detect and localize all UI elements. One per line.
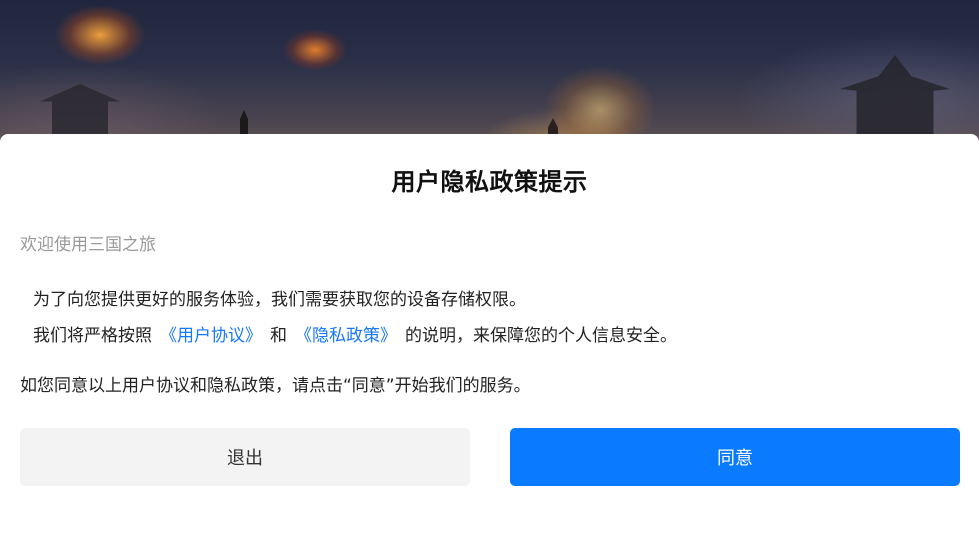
user-agreement-link[interactable]: 《用户协议》 (160, 326, 262, 346)
consent-instruction-text: 如您同意以上用户协议和隐私政策，请点击“同意”开始我们的服务。 (20, 376, 531, 396)
agreement-notice-and: 和 (270, 326, 287, 346)
agree-button[interactable]: 同意 (510, 428, 960, 486)
permission-notice-text: 为了向您提供更好的服务体验，我们需要获取您的设备存储权限。 (33, 290, 526, 310)
agreement-notice-line: 我们将严格按照 《用户协议》和《隐私政策》 的说明，来保障您的个人信息安全。 (33, 321, 677, 346)
welcome-text: 欢迎使用三国之旅 (20, 235, 156, 255)
background-tower-right (840, 55, 950, 140)
exit-button[interactable]: 退出 (20, 428, 470, 486)
privacy-policy-dialog: 用户隐私政策提示 欢迎使用三国之旅 为了向您提供更好的服务体验，我们需要获取您的… (0, 134, 979, 551)
agree-button-label: 同意 (717, 448, 753, 469)
agreement-notice-suffix: 的说明，来保障您的个人信息安全。 (405, 326, 677, 346)
background-tower-left (40, 84, 120, 140)
agreement-notice-prefix: 我们将严格按照 (33, 326, 152, 346)
exit-button-label: 退出 (227, 448, 263, 469)
dialog-title: 用户隐私政策提示 (391, 168, 588, 196)
privacy-policy-link[interactable]: 《隐私政策》 (295, 326, 397, 346)
